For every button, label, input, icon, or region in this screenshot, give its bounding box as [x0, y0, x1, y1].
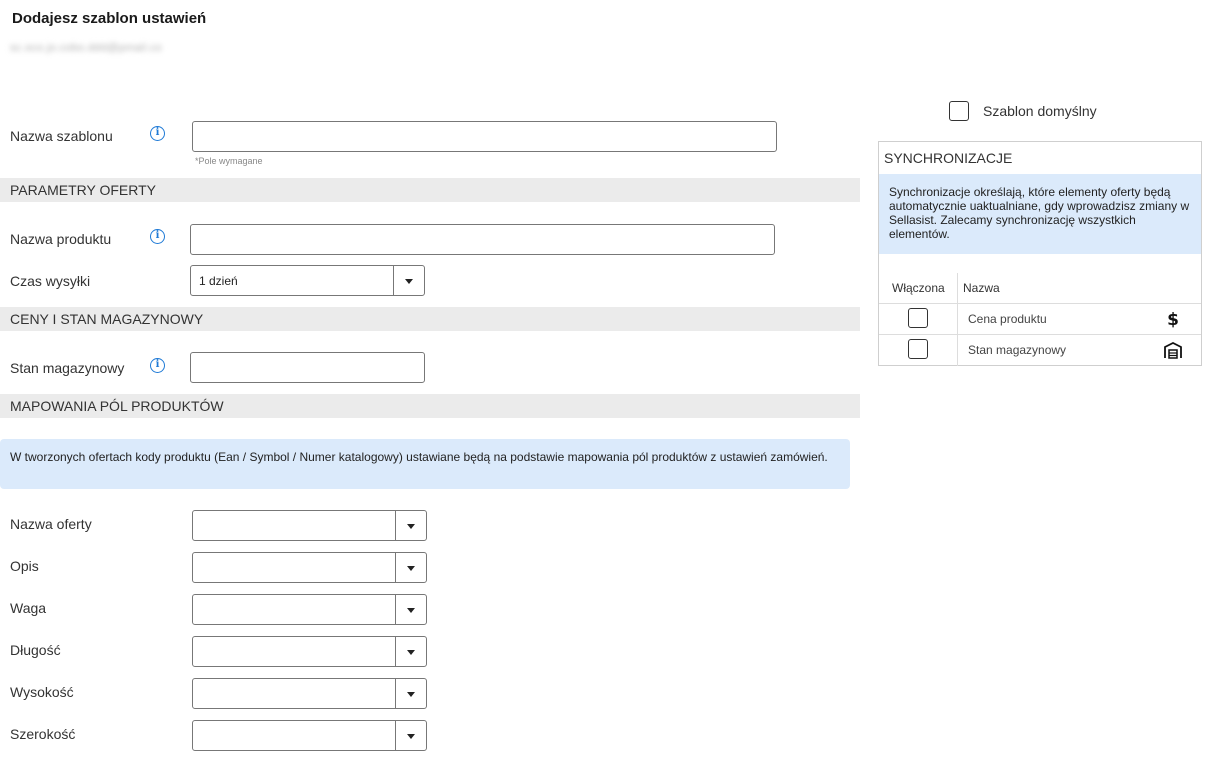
weight-label: Waga — [10, 600, 47, 616]
sync-panel: SYNCHRONIZACJE Synchronizacje określają,… — [878, 141, 1202, 366]
shipping-time-select[interactable]: 1 dzień — [190, 265, 425, 296]
width-select[interactable] — [192, 720, 427, 751]
section-title: PARAMETRY OFERTY — [10, 182, 156, 198]
chevron-down-icon[interactable] — [407, 524, 415, 529]
shipping-time-label: Czas wysyłki — [10, 273, 91, 289]
width-label: Szerokość — [10, 726, 76, 742]
select-separator — [395, 511, 396, 540]
default-template-checkbox[interactable] — [949, 101, 969, 121]
weight-select[interactable] — [192, 594, 427, 625]
default-template-label: Szablon domyślny — [983, 103, 1097, 119]
length-select[interactable] — [192, 636, 427, 667]
sync-row: Stan magazynowy — [879, 334, 1201, 365]
info-icon[interactable]: i — [150, 229, 165, 244]
product-name-input[interactable] — [190, 224, 775, 255]
dollar-icon: $ — [1167, 310, 1179, 329]
length-label: Długość — [10, 642, 61, 658]
sync-enabled-checkbox[interactable] — [908, 308, 928, 328]
required-hint: *Pole wymagane — [195, 156, 263, 166]
sync-row-name: Stan magazynowy — [968, 343, 1067, 357]
mapping-notice: W tworzonych ofertach kody produktu (Ean… — [0, 439, 850, 489]
stock-input[interactable] — [190, 352, 425, 383]
chevron-down-icon[interactable] — [407, 566, 415, 571]
chevron-down-icon[interactable] — [407, 650, 415, 655]
description-label: Opis — [10, 558, 39, 574]
height-select[interactable] — [192, 678, 427, 709]
col-header-enabled: Włączona — [892, 281, 945, 295]
warehouse-icon — [1164, 341, 1182, 359]
account-email-blurred: sc.oco.jo.cobo.ddd@pmail.co — [10, 42, 162, 54]
product-name-label: Nazwa produktu — [10, 231, 112, 247]
sync-notice: Synchronizacje określają, które elementy… — [879, 174, 1201, 254]
section-prices-stock: CENY I STAN MAGAZYNOWY — [0, 307, 860, 331]
offer-name-label: Nazwa oferty — [10, 516, 92, 532]
select-separator — [395, 553, 396, 582]
sync-header: SYNCHRONIZACJE — [884, 150, 1013, 166]
template-name-label: Nazwa szablonu — [10, 128, 113, 144]
col-header-name: Nazwa — [963, 281, 1000, 295]
chevron-down-icon[interactable] — [407, 692, 415, 697]
sync-row: Cena produktu $ — [879, 303, 1201, 334]
select-separator — [395, 595, 396, 624]
select-separator — [395, 721, 396, 750]
height-label: Wysokość — [10, 684, 74, 700]
sync-row-name: Cena produktu — [968, 312, 1047, 326]
chevron-down-icon[interactable] — [405, 279, 413, 284]
section-title: MAPOWANIA PÓL PRODUKTÓW — [10, 398, 224, 414]
select-separator — [395, 679, 396, 708]
section-field-mapping: MAPOWANIA PÓL PRODUKTÓW — [0, 394, 860, 418]
svg-text:$: $ — [1167, 310, 1179, 329]
offer-name-select[interactable] — [192, 510, 427, 541]
stock-label: Stan magazynowy — [10, 360, 125, 376]
info-icon[interactable]: i — [150, 358, 165, 373]
description-select[interactable] — [192, 552, 427, 583]
section-title: CENY I STAN MAGAZYNOWY — [10, 311, 204, 327]
info-icon[interactable]: i — [150, 126, 165, 141]
select-separator — [393, 266, 394, 295]
chevron-down-icon[interactable] — [407, 608, 415, 613]
section-offer-params: PARAMETRY OFERTY — [0, 178, 860, 202]
select-separator — [395, 637, 396, 666]
sync-enabled-checkbox[interactable] — [908, 339, 928, 359]
select-value: 1 dzień — [199, 274, 238, 288]
chevron-down-icon[interactable] — [407, 734, 415, 739]
template-name-input[interactable] — [192, 121, 777, 152]
page-title: Dodajesz szablon ustawień — [12, 10, 207, 27]
